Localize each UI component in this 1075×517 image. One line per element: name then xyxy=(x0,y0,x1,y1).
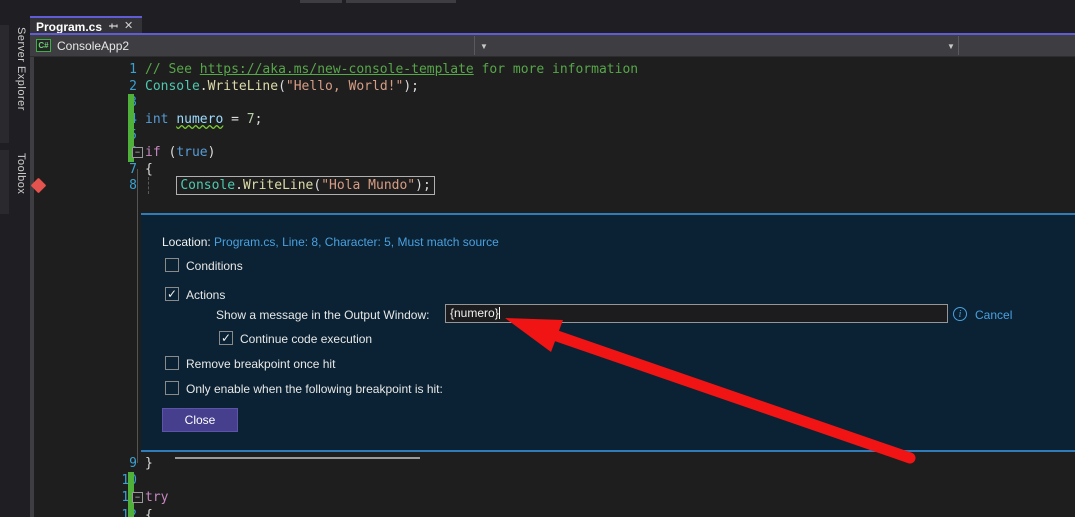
project-dropdown[interactable]: C# ConsoleApp2 xyxy=(30,35,474,56)
code-fold-icon[interactable] xyxy=(132,147,143,158)
chevron-down-icon[interactable]: ▼ xyxy=(947,42,955,51)
pin-icon[interactable] xyxy=(108,20,118,33)
change-indicator-bar xyxy=(128,127,134,145)
line-number: 2 xyxy=(60,78,137,95)
peek-scrollbar[interactable] xyxy=(175,457,420,459)
text-caret xyxy=(499,307,500,319)
sidebar-item-server-explorer[interactable]: Server Explorer xyxy=(9,27,27,111)
highlighted-statement: Console.WriteLine("Hola Mundo"); xyxy=(176,176,434,195)
continue-execution-label[interactable]: Continue code execution xyxy=(240,332,372,346)
remove-once-label[interactable]: Remove breakpoint once hit xyxy=(186,357,335,371)
location-value[interactable]: Program.cs, Line: 8, Character: 5, Must … xyxy=(214,235,499,249)
tab-title: Program.cs xyxy=(36,20,102,34)
only-enable-checkbox[interactable] xyxy=(165,381,179,395)
navigation-bar: C# ConsoleApp2 ▼ ▼ xyxy=(30,35,1075,57)
line-number: 1 xyxy=(60,61,137,78)
code-line[interactable]: { xyxy=(145,507,153,517)
line-number: 9 xyxy=(60,455,137,472)
output-message-label: Show a message in the Output Window: xyxy=(216,308,429,322)
csharp-project-icon: C# xyxy=(36,39,51,52)
line-number: 5 xyxy=(60,127,137,144)
code-line[interactable]: try xyxy=(145,489,168,506)
type-dropdown[interactable] xyxy=(475,35,958,56)
line-number: 8 xyxy=(60,177,137,194)
change-indicator-bar xyxy=(128,94,134,112)
change-indicator-bar xyxy=(128,507,134,517)
member-dropdown[interactable] xyxy=(959,35,1075,56)
code-line[interactable]: } xyxy=(145,455,153,472)
breakpoint-settings-peek: Location: Program.cs, Line: 8, Character… xyxy=(141,213,1075,452)
actions-label[interactable]: Actions xyxy=(186,288,225,302)
output-message-input[interactable]: {numero} xyxy=(445,304,948,323)
sidebar-item-toolbox[interactable]: Toolbox xyxy=(9,153,27,194)
code-line[interactable]: { xyxy=(145,161,153,178)
change-indicator-bar xyxy=(128,472,134,490)
rail-tab-strip xyxy=(0,25,9,143)
conditions-label[interactable]: Conditions xyxy=(186,259,243,273)
line-number: 7 xyxy=(60,161,137,178)
code-editor[interactable]: 1 // See https://aka.ms/new-console-templ… xyxy=(30,57,1075,517)
line-number: 6 xyxy=(60,144,137,161)
info-icon[interactable]: i xyxy=(953,307,967,321)
code-line[interactable]: int numero = 7; xyxy=(145,111,262,128)
continue-execution-checkbox[interactable] xyxy=(219,331,233,345)
actions-checkbox[interactable] xyxy=(165,287,179,301)
line-number: 11 xyxy=(60,489,137,506)
rail-tab-strip xyxy=(0,150,9,214)
remove-once-checkbox[interactable] xyxy=(165,356,179,370)
line-number: 10 xyxy=(60,472,137,489)
line-number: 12 xyxy=(60,507,137,517)
left-tool-rail: Server Explorer Toolbox xyxy=(0,0,30,517)
conditions-checkbox[interactable] xyxy=(165,258,179,272)
only-enable-label[interactable]: Only enable when the following breakpoin… xyxy=(186,382,443,396)
brace-guide-line xyxy=(137,169,138,463)
code-line[interactable]: Console.WriteLine("Hola Mundo"); xyxy=(145,177,435,194)
location-label: Location: xyxy=(162,235,211,249)
line-number: 4 xyxy=(60,111,137,128)
project-name: ConsoleApp2 xyxy=(57,39,129,53)
code-fold-icon[interactable] xyxy=(132,492,143,503)
close-icon[interactable]: ✕ xyxy=(124,21,133,32)
vs-window: Server Explorer Toolbox Program.cs ✕ C# … xyxy=(0,0,1075,517)
close-button[interactable]: Close xyxy=(162,408,238,432)
toolbar-remnant xyxy=(300,0,342,3)
output-message-value: {numero} xyxy=(450,306,499,320)
line-number: 3 xyxy=(60,94,137,111)
cancel-link[interactable]: Cancel xyxy=(975,308,1012,322)
toolbar-remnant xyxy=(346,0,456,3)
breakpoint-location: Location: Program.cs, Line: 8, Character… xyxy=(162,235,499,249)
glyph-margin[interactable] xyxy=(30,57,34,517)
code-line[interactable]: Console.WriteLine("Hello, World!"); xyxy=(145,78,419,95)
code-line[interactable]: // See https://aka.ms/new-console-templa… xyxy=(145,61,638,78)
code-line[interactable]: if (true) xyxy=(145,144,215,161)
